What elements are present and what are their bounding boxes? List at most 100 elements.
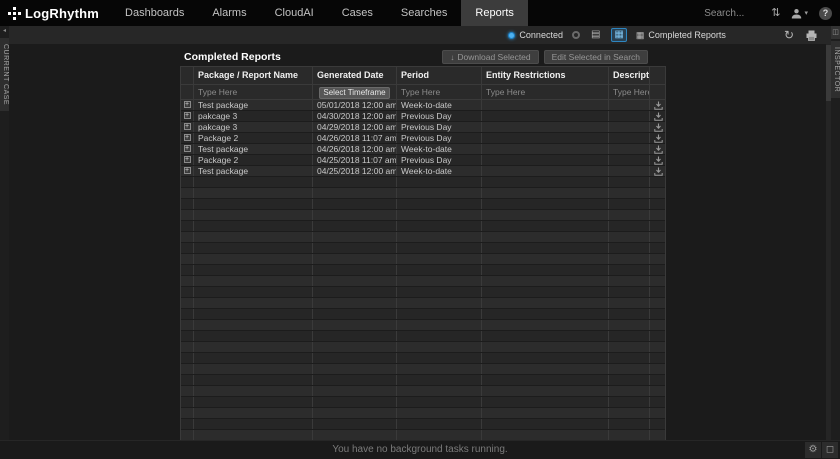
download-report-icon[interactable] bbox=[654, 167, 663, 176]
table-row[interactable]: + pakcage 3 04/30/2018 12:00 am Previous… bbox=[181, 111, 665, 122]
connected-indicator[interactable]: Connected bbox=[508, 30, 563, 40]
report-name-cell bbox=[194, 221, 313, 231]
table-row-empty[interactable]: + bbox=[181, 243, 665, 254]
expand-row-icon[interactable]: + bbox=[184, 134, 191, 141]
table-row-empty[interactable]: + bbox=[181, 408, 665, 419]
refresh-icon[interactable]: ↻ bbox=[784, 29, 794, 41]
table-row-empty[interactable]: + bbox=[181, 276, 665, 287]
entity-restrictions-cell bbox=[482, 331, 609, 341]
table-row-empty[interactable]: + bbox=[181, 265, 665, 276]
edit-selected-in-search-button[interactable]: Edit Selected in Search bbox=[544, 50, 648, 64]
header-description[interactable]: Description bbox=[609, 67, 650, 84]
expand-row-icon[interactable]: + bbox=[184, 156, 191, 163]
status-bar-icons: ⚙ ◻ bbox=[805, 442, 838, 458]
table-row[interactable]: + Test package 04/25/2018 12:00 am Week-… bbox=[181, 166, 665, 177]
panel-toggle-icon[interactable]: ◫ bbox=[831, 26, 840, 39]
download-selected-button[interactable]: ↓ Download Selected bbox=[442, 50, 538, 64]
filter-name-input[interactable]: Type Here bbox=[194, 85, 313, 99]
table-row[interactable]: + Test package 04/26/2018 12:00 am Week-… bbox=[181, 144, 665, 155]
download-report-icon[interactable] bbox=[654, 145, 663, 154]
collapse-left-icon[interactable]: ◂ bbox=[0, 26, 9, 36]
expand-row-icon[interactable]: + bbox=[184, 145, 191, 152]
description-cell bbox=[609, 386, 650, 396]
table-row-empty[interactable]: + bbox=[181, 199, 665, 210]
table-row-empty[interactable]: + bbox=[181, 419, 665, 430]
table-row-empty[interactable]: + bbox=[181, 353, 665, 364]
description-cell bbox=[609, 298, 650, 308]
table-row[interactable]: + Package 2 04/25/2018 11:07 am Previous… bbox=[181, 155, 665, 166]
table-row-empty[interactable]: + bbox=[181, 221, 665, 232]
table-row-empty[interactable]: + bbox=[181, 342, 665, 353]
chart-view-icon[interactable]: ▤ bbox=[589, 29, 602, 41]
expand-row-icon[interactable]: + bbox=[184, 167, 191, 174]
description-cell bbox=[609, 353, 650, 363]
generated-date-cell bbox=[313, 265, 397, 275]
table-row-empty[interactable]: + bbox=[181, 397, 665, 408]
table-row-empty[interactable]: + bbox=[181, 386, 665, 397]
filter-period-input[interactable]: Type Here bbox=[397, 85, 482, 99]
period-cell bbox=[397, 221, 482, 231]
table-row-empty[interactable]: + bbox=[181, 254, 665, 265]
help-icon[interactable]: ? bbox=[819, 7, 832, 20]
period-cell bbox=[397, 177, 482, 187]
generated-date-cell bbox=[313, 188, 397, 198]
inspector-tab[interactable]: INSPECTOR bbox=[831, 41, 840, 98]
generated-date-cell bbox=[313, 342, 397, 352]
table-row-empty[interactable]: + bbox=[181, 375, 665, 386]
header-entity-restrictions[interactable]: Entity Restrictions bbox=[482, 67, 609, 84]
period-cell bbox=[397, 287, 482, 297]
panel-header: Completed Reports ↓ Download Selected Ed… bbox=[180, 48, 666, 66]
table-row-empty[interactable]: + bbox=[181, 287, 665, 298]
description-cell bbox=[609, 309, 650, 319]
table-row-empty[interactable]: + bbox=[181, 210, 665, 221]
generated-date-cell bbox=[313, 397, 397, 407]
table-view-icon[interactable]: ▦ bbox=[611, 28, 626, 42]
table-row[interactable]: + Test package 05/01/2018 12:00 am Week-… bbox=[181, 100, 665, 111]
table-row-empty[interactable]: + bbox=[181, 188, 665, 199]
table-row-empty[interactable]: + bbox=[181, 232, 665, 243]
disconnected-radio-icon[interactable] bbox=[572, 31, 580, 39]
expand-row-icon[interactable]: + bbox=[184, 112, 191, 119]
period-cell bbox=[397, 353, 482, 363]
expand-row-icon[interactable]: + bbox=[184, 101, 191, 108]
table-row-empty[interactable]: + bbox=[181, 298, 665, 309]
table-row[interactable]: + Package 2 04/26/2018 11:07 am Previous… bbox=[181, 133, 665, 144]
view-selector[interactable]: ▦ Completed Reports bbox=[636, 30, 726, 41]
header-period[interactable]: Period bbox=[397, 67, 482, 84]
download-report-icon[interactable] bbox=[654, 134, 663, 143]
nav-item-searches[interactable]: Searches bbox=[387, 0, 461, 26]
filter-description-input[interactable]: Type Here bbox=[609, 85, 650, 99]
nav-item-dashboards[interactable]: Dashboards bbox=[111, 0, 198, 26]
description-cell bbox=[609, 155, 650, 165]
table-row-empty[interactable]: + bbox=[181, 177, 665, 188]
table-row-empty[interactable]: + bbox=[181, 364, 665, 375]
settings-gear-icon[interactable]: ⚙ bbox=[805, 442, 821, 458]
sort-preferences-icon[interactable]: ⇅ bbox=[771, 8, 780, 19]
dock-window-icon[interactable]: ◻ bbox=[822, 442, 838, 458]
search-input[interactable]: Search... bbox=[704, 8, 760, 19]
nav-item-cases[interactable]: Cases bbox=[328, 0, 387, 26]
panel-actions: ↓ Download Selected Edit Selected in Sea… bbox=[442, 50, 666, 64]
table-row[interactable]: + pakcage 3 04/29/2018 12:00 am Previous… bbox=[181, 122, 665, 133]
nav-item-alarms[interactable]: Alarms bbox=[198, 0, 260, 26]
download-report-icon[interactable] bbox=[654, 123, 663, 132]
download-report-icon[interactable] bbox=[654, 112, 663, 121]
user-menu[interactable]: ▾ bbox=[791, 8, 808, 19]
header-package-report-name[interactable]: Package / Report Name bbox=[194, 67, 313, 84]
select-timeframe-button[interactable]: Select Timeframe bbox=[319, 87, 390, 99]
current-case-tab[interactable]: CURRENT CASE bbox=[0, 38, 9, 111]
expand-row-icon[interactable]: + bbox=[184, 123, 191, 130]
nav-item-reports[interactable]: Reports bbox=[461, 0, 528, 26]
filter-entity-input[interactable]: Type Here bbox=[482, 85, 609, 99]
header-generated-date[interactable]: Generated Date bbox=[313, 67, 397, 84]
download-report-icon[interactable] bbox=[654, 101, 663, 110]
nav-item-cloudai[interactable]: CloudAI bbox=[261, 0, 328, 26]
table-row-empty[interactable]: + bbox=[181, 320, 665, 331]
print-icon[interactable] bbox=[806, 30, 817, 41]
download-report-icon[interactable] bbox=[654, 156, 663, 165]
status-message: You have no background tasks running. bbox=[332, 444, 507, 455]
generated-date-cell bbox=[313, 232, 397, 242]
table-row-empty[interactable]: + bbox=[181, 309, 665, 320]
table-row-empty[interactable]: + bbox=[181, 331, 665, 342]
description-cell bbox=[609, 342, 650, 352]
